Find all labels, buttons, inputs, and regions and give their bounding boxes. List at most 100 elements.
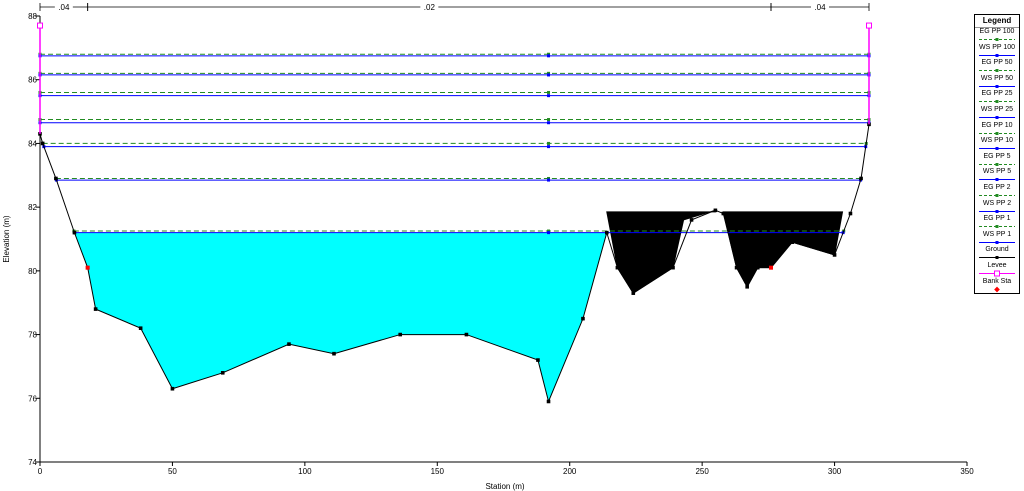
x-axis-title: Station (m)	[485, 482, 524, 491]
legend-entry-label: EG PP 2	[983, 183, 1011, 191]
legend-entry-label: WS PP 10	[980, 137, 1014, 145]
legend-swatch	[979, 162, 1015, 166]
legend-swatch	[979, 100, 1015, 104]
legend-swatch-marker	[995, 256, 999, 260]
ground-point	[170, 386, 175, 391]
profile-marker	[547, 94, 551, 98]
ground-point	[859, 176, 863, 181]
x-tick-label: 50	[168, 467, 177, 476]
legend-swatch-marker	[995, 115, 999, 119]
legend-entry: WS PP 100	[975, 44, 1019, 60]
legend-entry: EG PP 100	[975, 28, 1019, 44]
levee-left-marker	[37, 22, 43, 29]
ground-point	[848, 211, 853, 216]
legend-swatch	[979, 240, 1015, 244]
legend-swatch	[979, 147, 1015, 151]
y-tick-label: 76	[28, 394, 37, 403]
legend-entry: EG PP 50	[975, 59, 1019, 75]
y-tick-label: 84	[28, 139, 37, 148]
legend-swatch-marker	[994, 286, 1000, 292]
legend-entry-label: EG PP 1	[983, 215, 1011, 223]
legend-entry-label: Ground	[985, 246, 1009, 254]
legend-entry-label: WS PP 5	[982, 168, 1012, 176]
legend-swatch	[979, 53, 1015, 57]
legend-entry: WS PP 25	[975, 106, 1019, 122]
legend: Legend EG PP 100 WS PP 100 EG PP 50 WS PP 5…	[974, 14, 1020, 295]
y-tick-label: 74	[28, 458, 37, 467]
ground-point	[615, 265, 620, 270]
legend-entry: Ground	[975, 246, 1019, 262]
legend-entry-label: EG PP 100	[979, 28, 1015, 35]
legend-entry-label: EG PP 50	[981, 59, 1013, 67]
ineffective-blocks	[606, 209, 844, 294]
x-tick-label: 300	[828, 467, 842, 476]
ground-point	[40, 141, 45, 146]
legend-swatch	[979, 131, 1015, 135]
profile-marker	[547, 90, 551, 94]
legend-entry: WS PP 5	[975, 168, 1019, 184]
cross-section-chart: .04 .02 .04 0 50 100 150 200 250 300 350 74 76 78 80 8…	[2, 2, 974, 491]
legend-swatch-marker	[995, 69, 999, 73]
legend-entry-label: WS PP 100	[978, 43, 1016, 51]
legend-entry-label: Bank Sta	[982, 277, 1012, 285]
legend-swatch	[979, 270, 1015, 277]
bank-station-marker	[769, 265, 774, 270]
manning-n-labels: .04 .02 .04	[39, 2, 870, 12]
y-tick-label: 78	[28, 331, 37, 340]
legend-swatch-marker	[995, 84, 999, 88]
legend-entry: EG PP 2	[975, 184, 1019, 200]
levees	[37, 22, 873, 134]
ground-point	[138, 326, 143, 330]
ground-point	[721, 211, 726, 216]
legend-entry: Bank Sta	[975, 278, 1019, 294]
ground-point	[220, 371, 225, 375]
ground-point	[536, 358, 540, 362]
legend-entry: EG PP 1	[975, 215, 1019, 231]
ground-point	[604, 230, 609, 235]
legend-items: EG PP 100 WS PP 100 EG PP 50 WS PP 50 EG PP …	[975, 28, 1019, 293]
legend-swatch	[979, 38, 1015, 41]
ground-point	[713, 208, 718, 213]
legend-swatch	[979, 209, 1015, 213]
ground-point	[745, 284, 749, 289]
ground-point	[689, 218, 694, 222]
legend-entry: WS PP 1	[975, 231, 1019, 247]
legend-entry: WS PP 50	[975, 75, 1019, 91]
legend-swatch	[979, 256, 1015, 260]
x-tick-label: 350	[960, 467, 974, 476]
legend-entry-label: WS PP 1	[982, 230, 1012, 238]
legend-title: Legend	[975, 15, 1019, 28]
legend-swatch-marker	[995, 38, 999, 41]
ground-point	[755, 265, 760, 270]
legend-swatch	[979, 178, 1015, 182]
legend-entry-label: EG PP 25	[981, 90, 1013, 98]
legend-entry-label: Levee	[987, 261, 1007, 269]
y-tick-label: 80	[28, 267, 37, 276]
legend-swatch-marker	[994, 270, 1000, 277]
profile-marker	[547, 178, 551, 182]
legend-swatch	[979, 69, 1015, 73]
x-tick-label: 250	[695, 467, 709, 476]
levee-right-marker	[866, 22, 873, 29]
legend-entry-label: WS PP 50	[980, 74, 1014, 82]
ground-point	[671, 265, 675, 270]
manning-n-label: .04	[814, 3, 826, 12]
ground-point	[581, 316, 585, 321]
x-tick-label: 100	[298, 467, 312, 476]
ground-point	[734, 265, 739, 270]
ground-point	[464, 332, 469, 337]
legend-swatch	[979, 115, 1015, 119]
legend-entry: WS PP 10	[975, 137, 1019, 153]
ground-point	[546, 399, 551, 404]
legend-swatch-marker	[995, 225, 999, 229]
legend-swatch	[979, 84, 1015, 88]
legend-swatch-marker	[995, 53, 999, 57]
water-fill-area	[74, 232, 607, 402]
profile-marker	[547, 118, 551, 122]
y-axis-title: Elevation (m)	[2, 215, 11, 262]
legend-swatch-marker	[995, 147, 999, 151]
profile-lines	[38, 52, 871, 235]
legend-entry-label: EG PP 10	[981, 121, 1013, 129]
legend-entry: EG PP 10	[975, 122, 1019, 138]
legend-entry-label: EG PP 5	[983, 152, 1011, 160]
